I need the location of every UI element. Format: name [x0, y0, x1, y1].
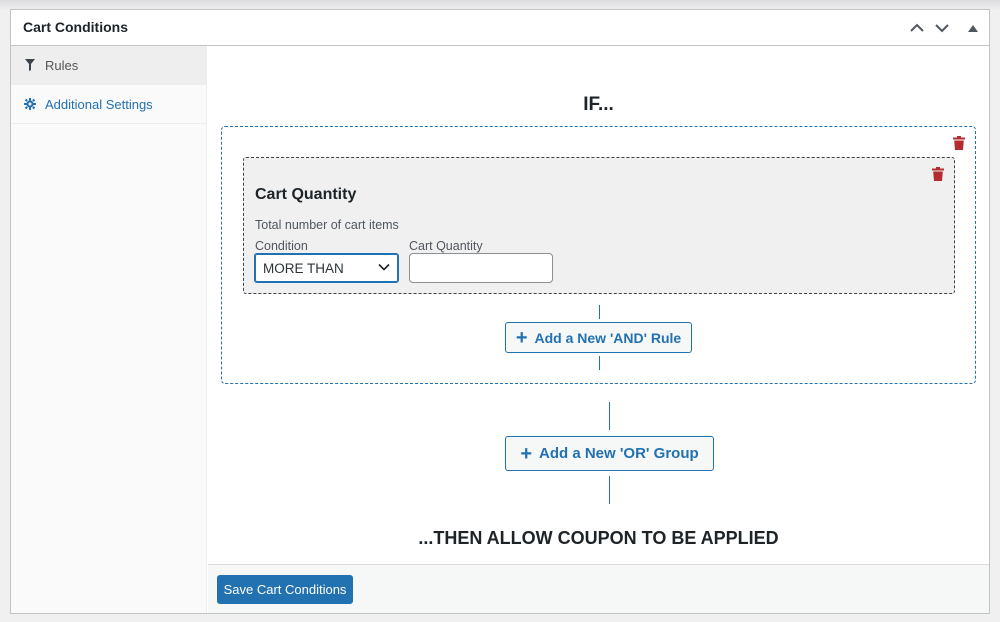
save-cart-conditions-button[interactable]: Save Cart Conditions — [217, 575, 353, 604]
sidebar-item-label: Additional Settings — [45, 96, 153, 112]
sidebar: Rules Additional Settings — [11, 46, 207, 613]
move-up-button[interactable] — [905, 16, 929, 40]
sidebar-item-label: Rules — [45, 57, 79, 73]
plus-icon: + — [515, 326, 528, 349]
filter-icon — [23, 58, 37, 72]
if-label: IF... — [583, 94, 614, 115]
connector-line — [599, 305, 600, 319]
add-and-rule-label: Add a New 'AND' Rule — [534, 329, 682, 346]
rule-description: Total number of cart items — [255, 218, 399, 232]
or-group: Cart Quantity Total number of cart items… — [221, 126, 976, 384]
sidebar-item-rules[interactable]: Rules — [11, 46, 206, 85]
panel-footer: Save Cart Conditions — [208, 564, 989, 613]
gear-icon — [23, 97, 37, 111]
rule-card: Cart Quantity Total number of cart items… — [243, 157, 955, 294]
condition-select-value: MORE THAN — [263, 260, 344, 276]
connector-line — [609, 476, 610, 504]
condition-select[interactable]: MORE THAN — [254, 253, 399, 283]
move-down-button[interactable] — [930, 16, 954, 40]
sidebar-item-additional-settings[interactable]: Additional Settings — [11, 85, 206, 124]
cart-quantity-input[interactable] — [409, 253, 553, 283]
connector-line — [609, 402, 610, 430]
delete-group-trash-icon[interactable] — [953, 136, 965, 150]
delete-rule-trash-icon[interactable] — [932, 167, 944, 181]
quantity-label: Cart Quantity — [409, 239, 483, 253]
triangle-up-icon — [968, 24, 978, 32]
chevron-up-icon — [910, 23, 924, 32]
add-or-group-label: Add a New 'OR' Group — [539, 445, 699, 462]
panel-title: Cart Conditions — [23, 19, 128, 35]
toggle-panel-button[interactable] — [961, 16, 985, 40]
rule-title: Cart Quantity — [255, 186, 357, 203]
cart-conditions-panel: Cart Conditions Rules Additional Setting… — [10, 9, 990, 614]
chevron-down-icon — [935, 24, 949, 33]
connector-line — [599, 356, 600, 370]
then-label: ...THEN ALLOW COUPON TO BE APPLIED — [418, 528, 779, 548]
add-or-group-button[interactable]: + Add a New 'OR' Group — [505, 436, 714, 471]
condition-label: Condition — [255, 239, 308, 253]
chevron-down-icon — [378, 263, 390, 271]
rules-editor: IF... Cart Quantity Total number of cart… — [208, 46, 989, 564]
plus-icon: + — [520, 442, 533, 465]
panel-header: Cart Conditions — [11, 10, 989, 46]
add-and-rule-button[interactable]: + Add a New 'AND' Rule — [505, 322, 692, 353]
